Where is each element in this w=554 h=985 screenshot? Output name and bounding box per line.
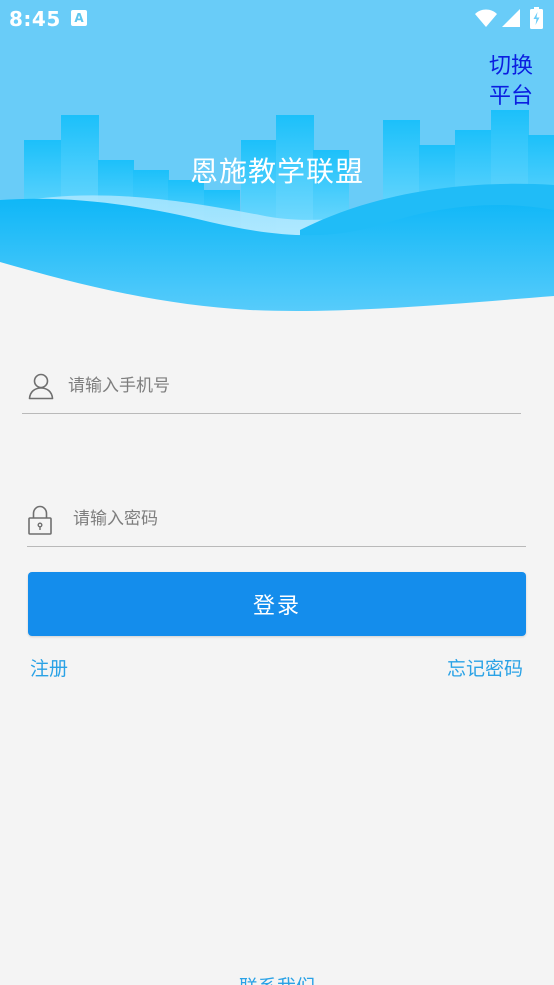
- wifi-icon: [475, 9, 497, 27]
- phone-field: [22, 364, 521, 414]
- cell-signal-icon: [502, 9, 520, 27]
- forgot-password-link[interactable]: 忘记密码: [447, 654, 523, 681]
- battery-charging-icon: [530, 7, 543, 29]
- user-icon: [28, 373, 54, 400]
- password-input[interactable]: [73, 503, 513, 535]
- lock-icon: [28, 505, 52, 535]
- password-field: [27, 497, 526, 547]
- switch-platform-line1: 切换: [488, 54, 533, 79]
- contact-us-link[interactable]: 联系我们: [0, 972, 554, 985]
- register-link[interactable]: 注册: [30, 654, 68, 681]
- phone-input[interactable]: [68, 370, 508, 402]
- status-time: 8:45: [9, 7, 61, 31]
- switch-platform-line2: 平台: [488, 84, 533, 109]
- app-title: 恩施教学联盟: [189, 155, 364, 188]
- header-banner: 8:45 A 切换 平台 恩施教学联盟: [0, 0, 554, 320]
- notification-a-icon: A: [71, 10, 87, 26]
- login-screen: 8:45 A 切换 平台 恩施教学联盟 请输入手机号 登录 注册 忘记密码: [0, 0, 554, 985]
- status-bar: 8:45 A: [0, 0, 554, 37]
- login-button[interactable]: 登录: [28, 572, 526, 636]
- switch-platform-button[interactable]: 切换 平台: [476, 52, 546, 112]
